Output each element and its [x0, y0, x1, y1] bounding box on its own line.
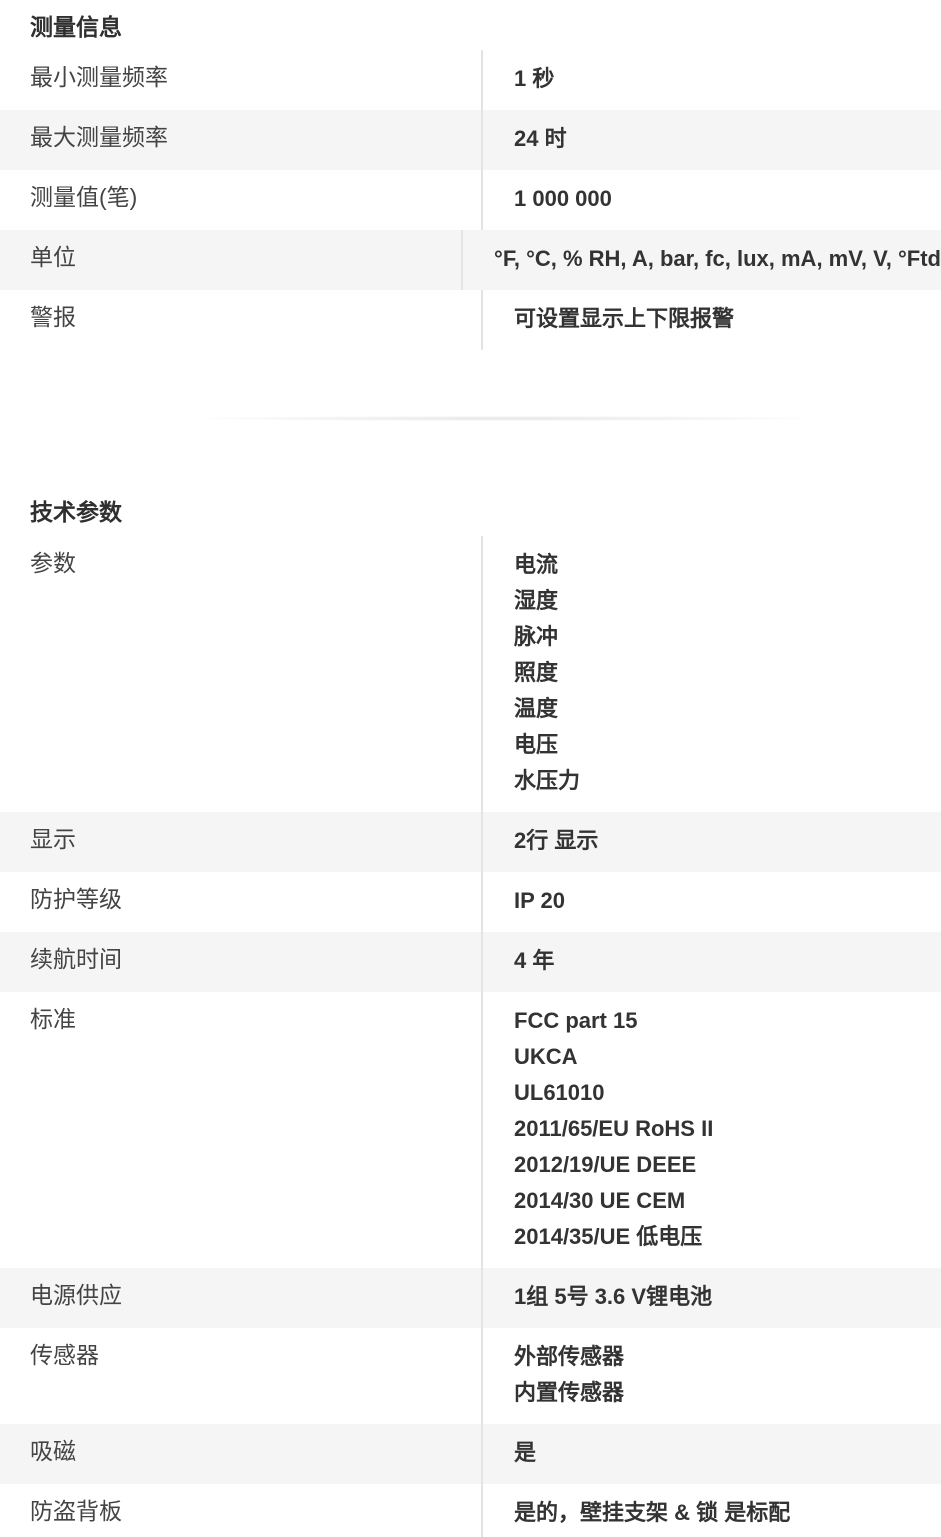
- row-label: 防盗背板: [0, 1484, 483, 1537]
- row-label: 参数: [0, 536, 483, 812]
- technical-section-title: 技术参数: [30, 499, 122, 525]
- row-value: 1 秒: [514, 66, 555, 91]
- table-row-battery-life: 续航时间 4 年: [0, 932, 941, 992]
- row-label: 电源供应: [0, 1268, 483, 1328]
- technical-table: 参数 电流 湿度 脉冲 照度 温度 电压 水压力 显示 2行 显示 防护等级 I…: [0, 536, 941, 1537]
- section-divider: [200, 416, 810, 421]
- table-row-anti-theft: 防盗背板 是的，壁挂支架 & 锁 是标配: [0, 1484, 941, 1537]
- list-item: 电压: [514, 732, 559, 757]
- list-item: 水压力: [514, 768, 581, 793]
- row-value: °F, °C, % RH, A, bar, fc, lux, mA, mV, V…: [494, 246, 941, 271]
- row-label: 最小测量频率: [0, 50, 483, 110]
- list-item: 温度: [514, 696, 559, 721]
- list-item: 2014/30 UE CEM: [514, 1188, 686, 1213]
- row-value: IP 20: [514, 888, 565, 913]
- row-label: 最大测量频率: [0, 110, 483, 170]
- table-row-protection: 防护等级 IP 20: [0, 872, 941, 932]
- list-item: 2011/65/EU RoHS II: [514, 1116, 714, 1141]
- table-row: 单位 °F, °C, % RH, A, bar, fc, lux, mA, mV…: [0, 230, 941, 290]
- row-value: 是: [514, 1440, 537, 1465]
- row-value: 是的，壁挂支架 & 锁 是标配: [514, 1500, 791, 1525]
- list-item: 2012/19/UE DEEE: [514, 1152, 697, 1177]
- list-item: 湿度: [514, 588, 559, 613]
- list-item: 内置传感器: [514, 1380, 625, 1405]
- row-label: 测量值(笔): [0, 170, 483, 230]
- table-row-standards: 标准 FCC part 15 UKCA UL61010 2011/65/EU R…: [0, 992, 941, 1268]
- measurement-table: 最小测量频率 1 秒 最大测量频率 24 时 测量值(笔) 1 000 000 …: [0, 50, 941, 350]
- row-value: 1组 5号 3.6 V锂电池: [514, 1284, 713, 1309]
- row-value: 24 时: [514, 126, 567, 151]
- row-label: 警报: [0, 290, 483, 350]
- list-item: 电流: [514, 552, 559, 577]
- list-item: FCC part 15: [514, 1008, 638, 1033]
- row-value-list: FCC part 15 UKCA UL61010 2011/65/EU RoHS…: [483, 992, 941, 1268]
- table-row-power-supply: 电源供应 1组 5号 3.6 V锂电池: [0, 1268, 941, 1328]
- table-row: 警报 可设置显示上下限报警: [0, 290, 941, 350]
- list-item: UKCA: [514, 1044, 578, 1069]
- row-label: 防护等级: [0, 872, 483, 932]
- row-value: 可设置显示上下限报警: [514, 306, 735, 331]
- measurement-section-title: 测量信息: [30, 14, 122, 40]
- row-value-list: 电流 湿度 脉冲 照度 温度 电压 水压力: [483, 536, 941, 812]
- row-label: 吸磁: [0, 1424, 483, 1484]
- list-item: 外部传感器: [514, 1344, 625, 1369]
- list-item: 照度: [514, 660, 559, 685]
- row-value: 1 000 000: [514, 186, 612, 211]
- row-label: 单位: [0, 230, 464, 290]
- table-row-display: 显示 2行 显示: [0, 812, 941, 872]
- table-row: 最小测量频率 1 秒: [0, 50, 941, 110]
- row-label: 标准: [0, 992, 483, 1268]
- row-value: 2行 显示: [514, 828, 599, 853]
- row-label: 传感器: [0, 1328, 483, 1424]
- table-row: 测量值(笔) 1 000 000: [0, 170, 941, 230]
- table-row: 最大测量频率 24 时: [0, 110, 941, 170]
- row-label: 显示: [0, 812, 483, 872]
- row-label: 续航时间: [0, 932, 483, 992]
- list-item: 2014/35/UE 低电压: [514, 1224, 703, 1249]
- table-row-parameters: 参数 电流 湿度 脉冲 照度 温度 电压 水压力: [0, 536, 941, 812]
- table-row-sensors: 传感器 外部传感器 内置传感器: [0, 1328, 941, 1424]
- table-row-magnetic: 吸磁 是: [0, 1424, 941, 1484]
- row-value: 4 年: [514, 948, 555, 973]
- list-item: UL61010: [514, 1080, 605, 1105]
- row-value-list: 外部传感器 内置传感器: [483, 1328, 941, 1424]
- list-item: 脉冲: [514, 624, 559, 649]
